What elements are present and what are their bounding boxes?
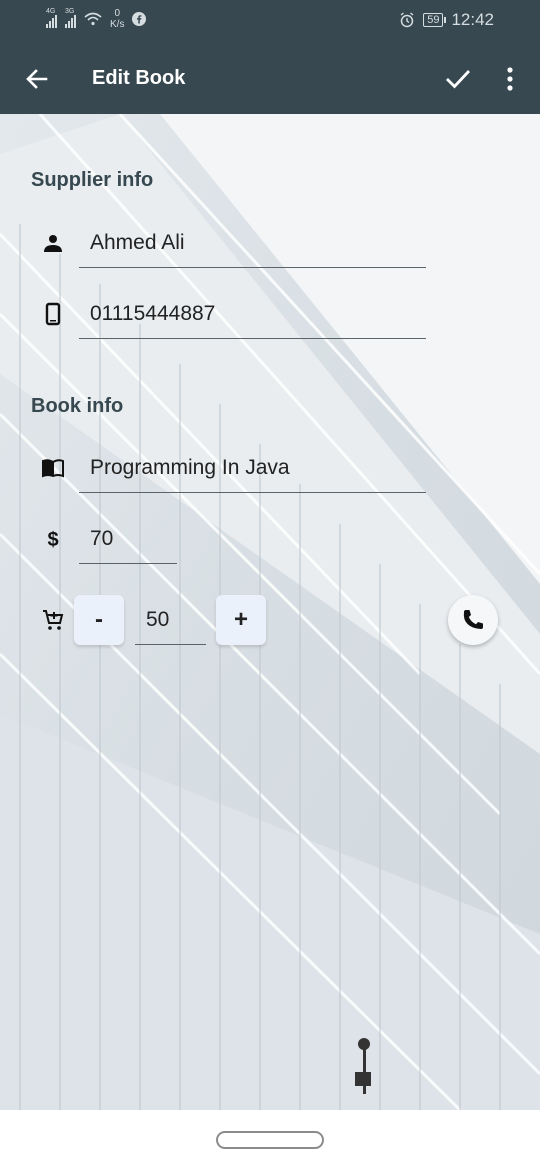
data-speed: 0 K/s <box>110 8 124 30</box>
status-left: 4G 3G 0 K/s <box>46 8 147 30</box>
supplier-section-title: Supplier info <box>31 169 154 191</box>
screen: 4G 3G 0 K/s 59 12:42 Edit Book Supplier … <box>0 0 540 1170</box>
supplier-phone-field[interactable]: 01115444887 <box>79 285 426 339</box>
data-speed-unit: K/s <box>110 19 125 30</box>
book-section-title: Book info <box>31 395 124 417</box>
data-speed-value: 0 <box>114 8 120 19</box>
smartphone-icon <box>45 302 61 326</box>
network-type-1: 4G <box>46 8 56 15</box>
signal-icon: 4G <box>46 8 57 28</box>
network-type-2: 3G <box>65 8 75 15</box>
navigation-bar <box>0 1110 540 1170</box>
supplier-name-value: Ahmed Ali <box>90 231 185 254</box>
add-shopping-cart-icon <box>43 610 64 630</box>
price-field[interactable]: 70 <box>79 510 177 564</box>
decrease-quantity-button[interactable]: - <box>74 595 124 645</box>
quantity-value: 50 <box>146 608 170 631</box>
call-supplier-button[interactable] <box>448 595 498 645</box>
increase-quantity-button[interactable]: + <box>216 595 266 645</box>
facebook-icon <box>132 12 147 26</box>
quantity-field[interactable]: 50 <box>135 591 206 645</box>
wifi-icon <box>84 12 102 26</box>
status-right: 59 12:42 <box>399 10 494 30</box>
supplier-phone-value: 01115444887 <box>90 302 216 325</box>
status-time: 12:42 <box>451 10 494 29</box>
alarm-icon <box>400 12 414 28</box>
home-gesture-bar[interactable] <box>216 1131 324 1149</box>
supplier-name-field[interactable]: Ahmed Ali <box>79 214 426 268</box>
book-title-field[interactable]: Programming In Java <box>79 439 426 493</box>
signal-icon-2: 3G <box>65 8 76 28</box>
book-icon <box>42 459 64 478</box>
form-content: Supplier info Ahmed Ali 01115444887 Book… <box>0 114 540 1110</box>
dollar-icon: $ <box>47 529 58 551</box>
check-icon[interactable] <box>444 66 472 92</box>
page-title: Edit Book <box>92 67 186 89</box>
price-value: 70 <box>90 527 114 550</box>
phone-call-icon <box>463 610 483 629</box>
person-icon <box>44 235 62 252</box>
status-bar: 4G 3G 0 K/s 59 12:42 <box>0 0 540 44</box>
battery-indicator: 59 <box>423 13 447 27</box>
app-bar: Edit Book <box>0 44 540 114</box>
book-title-value: Programming In Java <box>90 456 290 479</box>
more-vert-icon[interactable] <box>498 66 522 92</box>
svg-text:$: $ <box>47 529 58 551</box>
arrow-back-icon[interactable] <box>24 66 50 92</box>
